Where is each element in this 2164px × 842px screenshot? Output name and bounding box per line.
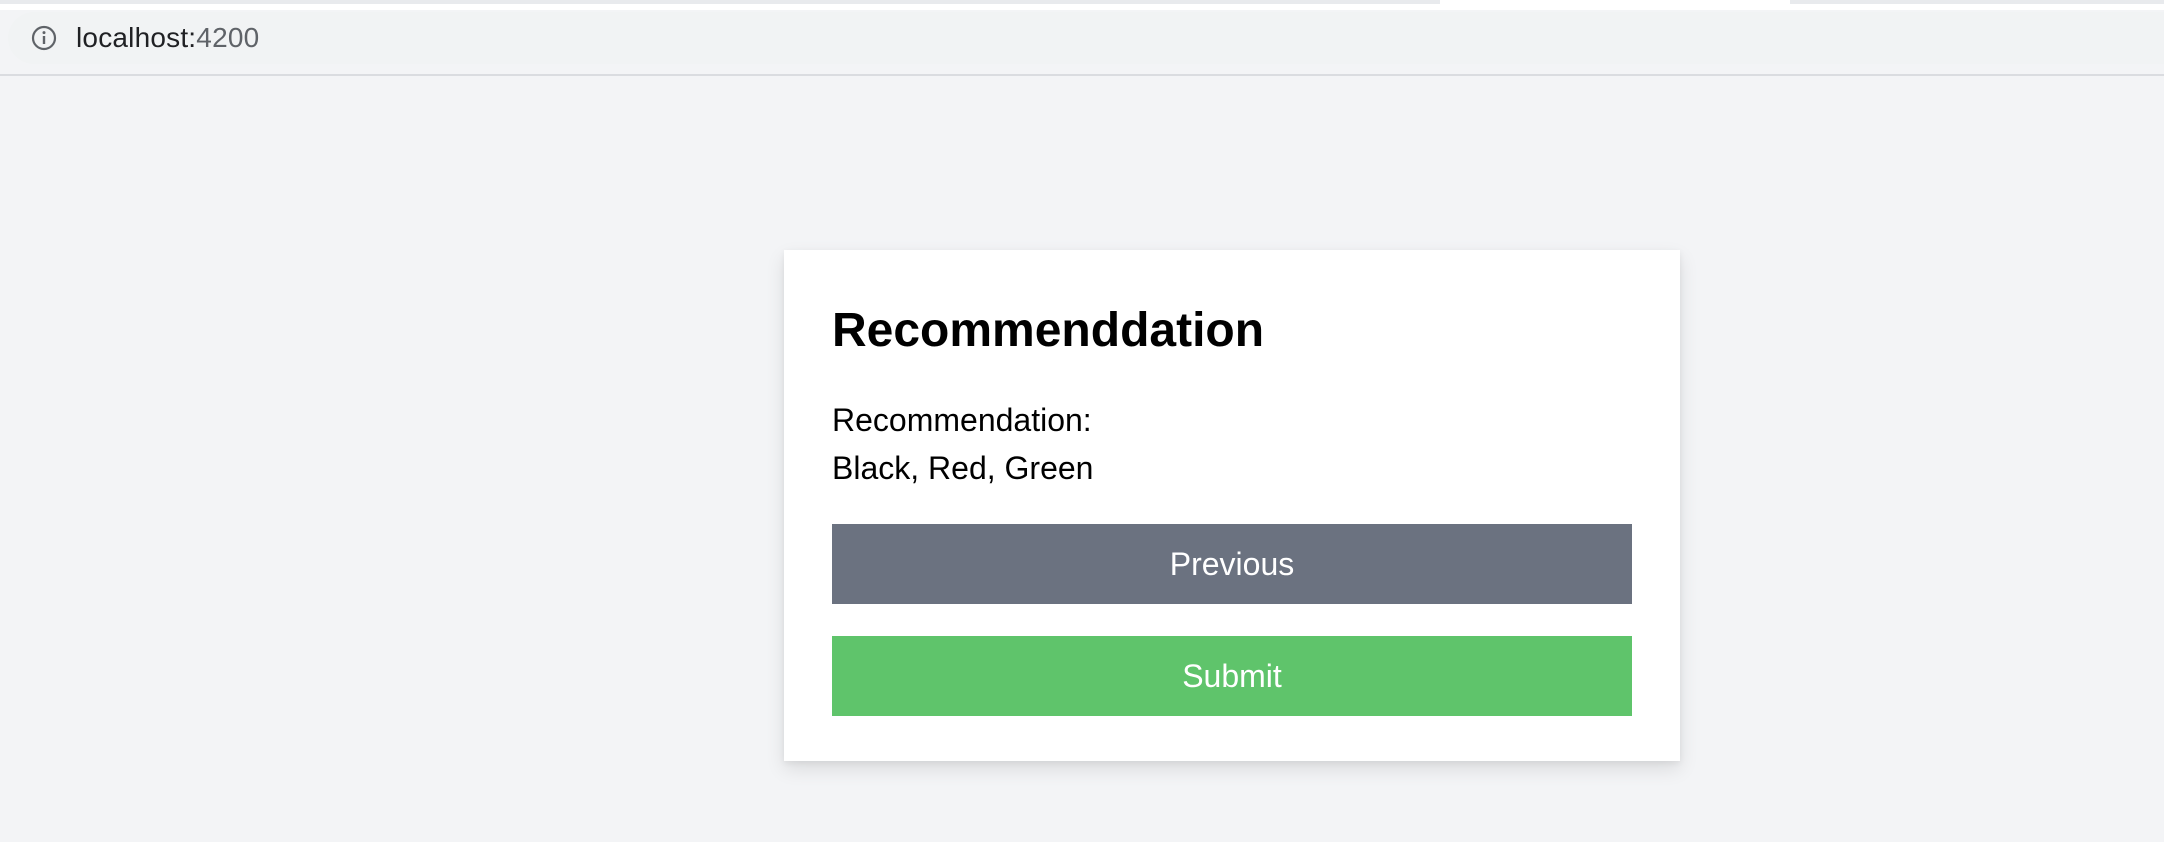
recommendation-card: Recommenddation Recommendation: Black, R… (784, 250, 1680, 761)
card-title: Recommenddation (832, 304, 1265, 357)
info-icon[interactable] (30, 24, 58, 52)
recommendation-value: Black, Red, Green (832, 450, 1094, 486)
url-port: 4200 (196, 22, 260, 53)
tab-strip-segment (0, 0, 1440, 4)
url-host: localhost: (76, 22, 197, 53)
browser-tab-strip (0, 0, 2164, 10)
address-bar[interactable]: localhost:4200 (8, 12, 2164, 64)
url-text[interactable]: localhost:4200 (76, 22, 259, 54)
submit-button[interactable]: Submit (832, 636, 1632, 716)
tab-strip-segment (1790, 0, 2164, 4)
toolbar-divider (0, 74, 2164, 76)
recommendation-label: Recommendation: (832, 402, 1092, 438)
previous-button[interactable]: Previous (832, 524, 1632, 604)
